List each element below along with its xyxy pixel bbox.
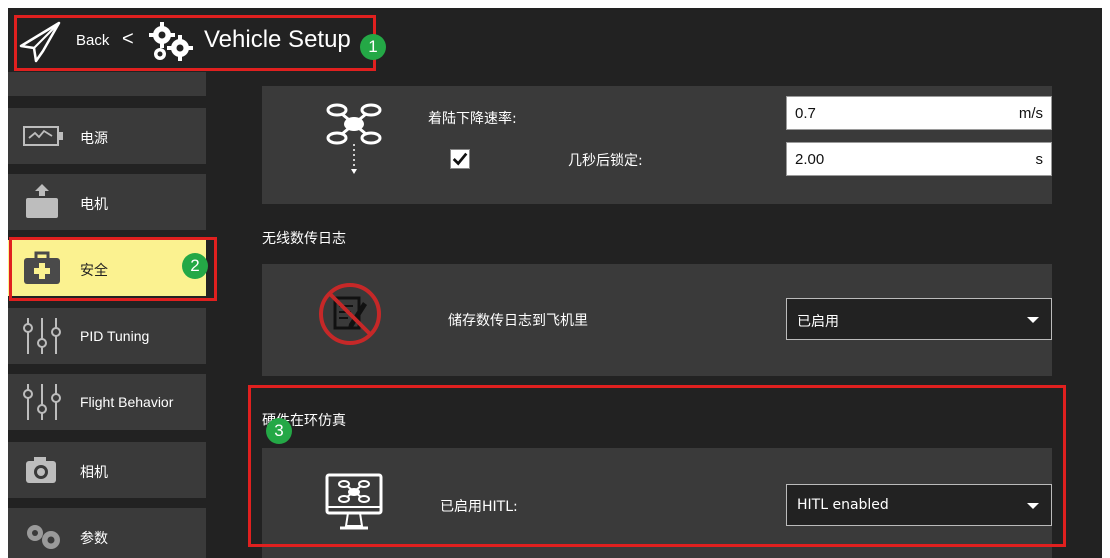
sidebar-item-label: PID Tuning xyxy=(80,328,150,344)
disarm-delay-unit: s xyxy=(1035,151,1044,168)
descent-rate-unit: m/s xyxy=(1018,105,1043,122)
save-log-combo[interactable]: 已启用 xyxy=(786,298,1052,340)
annotation-badge: 1 xyxy=(360,34,386,60)
camera-icon xyxy=(26,457,56,483)
section-title-telemetry: 无线数传日志 xyxy=(262,231,346,247)
disarm-delay-value: 2.00 xyxy=(795,151,825,168)
sliders-icon xyxy=(23,318,61,354)
sidebar-item-pid-tuning[interactable]: PID Tuning xyxy=(8,308,206,364)
annotation-box xyxy=(248,385,1066,547)
sidebar-item-flight-behavior[interactable]: Flight Behavior xyxy=(8,374,206,430)
descent-rate-label: 着陆下降速率: xyxy=(428,111,517,127)
sidebar-item-label: 相机 xyxy=(80,464,108,480)
no-log-icon xyxy=(319,283,381,345)
sidebar-item-parameters[interactable]: 参数 xyxy=(8,508,206,558)
checkmark-icon xyxy=(452,152,468,166)
app-window: Back < Vehicle Setup 电源 电机 安全 PID Tuning… xyxy=(8,8,1102,558)
battery-icon xyxy=(23,126,63,146)
sidebar-item-label: Flight Behavior xyxy=(80,394,174,410)
disarm-delay-field[interactable]: 2.00 s xyxy=(786,142,1052,176)
sidebar-item-camera[interactable]: 相机 xyxy=(8,442,206,498)
sidebar-item-label: 参数 xyxy=(80,530,108,546)
sidebar-item-power[interactable]: 电源 xyxy=(8,108,206,164)
save-log-value: 已启用 xyxy=(797,314,839,330)
disarm-checkbox[interactable] xyxy=(450,149,470,169)
sidebar: 电源 电机 安全 PID Tuning Flight Behavior 相机 参… xyxy=(8,72,216,558)
annotation-badge: 2 xyxy=(182,253,208,279)
sidebar-item-label: 电机 xyxy=(80,196,108,212)
land-mode-panel: 着陆下降速率: 0.7 m/s 几秒后锁定: 2.00 s xyxy=(262,86,1052,204)
drone-landing-icon xyxy=(326,103,382,174)
descent-rate-value: 0.7 xyxy=(795,105,816,122)
sidebar-item-label: 电源 xyxy=(80,130,108,146)
sidebar-item-partial[interactable] xyxy=(8,72,206,96)
sliders-icon xyxy=(23,384,61,420)
annotation-badge: 3 xyxy=(266,418,292,444)
descent-rate-field[interactable]: 0.7 m/s xyxy=(786,96,1052,130)
disarm-delay-label: 几秒后锁定: xyxy=(568,153,643,169)
chevron-down-icon xyxy=(1027,317,1039,323)
save-log-label: 储存数传日志到飞机里 xyxy=(448,313,588,329)
sidebar-item-motors[interactable]: 电机 xyxy=(8,174,206,230)
annotation-box xyxy=(14,15,376,71)
telemetry-log-panel: 储存数传日志到飞机里 已启用 xyxy=(262,264,1052,376)
motor-icon xyxy=(26,184,58,218)
gears-icon xyxy=(27,525,60,549)
